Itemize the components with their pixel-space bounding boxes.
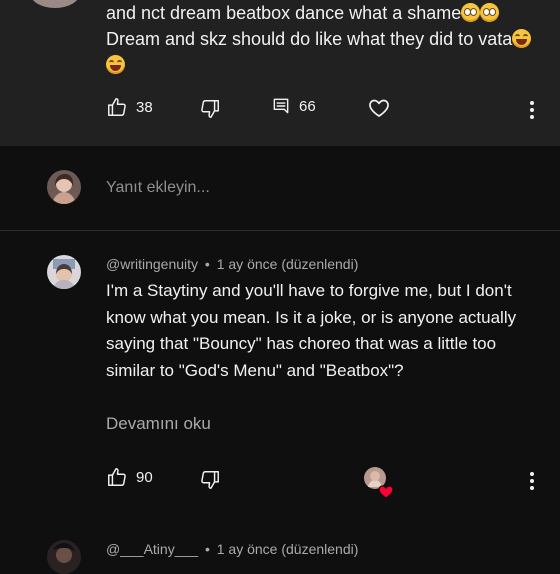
like-count: 90	[136, 468, 153, 486]
parent-comment-actions: 38 66	[0, 96, 560, 126]
avatar	[47, 170, 81, 204]
parent-comment-text: and nct dream beatbox dance what a shame…	[106, 0, 536, 78]
rolling-eyes-emoji-icon	[480, 3, 500, 22]
laughing-emoji-icon	[106, 55, 125, 74]
heart-button[interactable]	[367, 96, 391, 120]
avatar[interactable]	[47, 540, 81, 574]
rolling-eyes-emoji-icon	[461, 3, 481, 22]
parent-comment-line-2: Dream and skz should do like what they d…	[106, 29, 513, 49]
avatar[interactable]	[30, 0, 80, 8]
more-options-button[interactable]	[529, 471, 535, 496]
reply-count: 66	[299, 97, 316, 115]
comment-time[interactable]: 1 ay önce (düzenlendi)	[217, 541, 359, 557]
more-vert-icon	[530, 472, 534, 490]
comment-author[interactable]: @___Atiny___	[106, 541, 198, 557]
like-button[interactable]: 90	[106, 466, 153, 488]
replies-button[interactable]: 66	[271, 96, 316, 116]
comment-author[interactable]: @writingenuity	[106, 256, 198, 272]
parent-comment: and nct dream beatbox dance what a shame…	[0, 0, 560, 146]
read-more-link[interactable]: Devamını oku	[106, 414, 211, 434]
creator-heart-badge	[364, 467, 394, 499]
meta-separator: •	[204, 256, 210, 272]
more-options-button[interactable]	[529, 100, 535, 125]
parent-comment-line-1: and nct dream beatbox dance what a shame	[106, 3, 462, 23]
thumb-down-icon	[201, 100, 219, 118]
laughing-emoji-icon	[512, 29, 532, 48]
avatar[interactable]	[47, 255, 81, 289]
comment-time[interactable]: 1 ay önce (düzenlendi)	[217, 256, 359, 272]
comment-body: I'm a Staytiny and you'll have to forgiv…	[106, 281, 517, 380]
reply-input-placeholder[interactable]: Yanıt ekleyin...	[106, 179, 210, 197]
thumb-up-icon	[108, 468, 126, 486]
comment-icon	[273, 98, 289, 114]
thumb-down-icon	[201, 471, 219, 489]
comment-actions: 90	[0, 466, 560, 496]
dislike-button[interactable]	[199, 98, 221, 120]
more-vert-icon	[530, 101, 534, 119]
heart-icon	[369, 99, 389, 117]
like-count: 38	[136, 98, 153, 116]
comment-meta: @___Atiny___ • 1 ay önce (düzenlendi)	[106, 541, 358, 557]
like-button[interactable]: 38	[106, 96, 153, 118]
dislike-button[interactable]	[199, 469, 221, 491]
thumb-up-icon	[108, 98, 126, 116]
reply-input-bar[interactable]	[0, 146, 560, 231]
comment-meta: @writingenuity • 1 ay önce (düzenlendi)	[106, 256, 358, 272]
meta-separator: •	[204, 541, 210, 557]
heart-icon	[378, 485, 394, 499]
